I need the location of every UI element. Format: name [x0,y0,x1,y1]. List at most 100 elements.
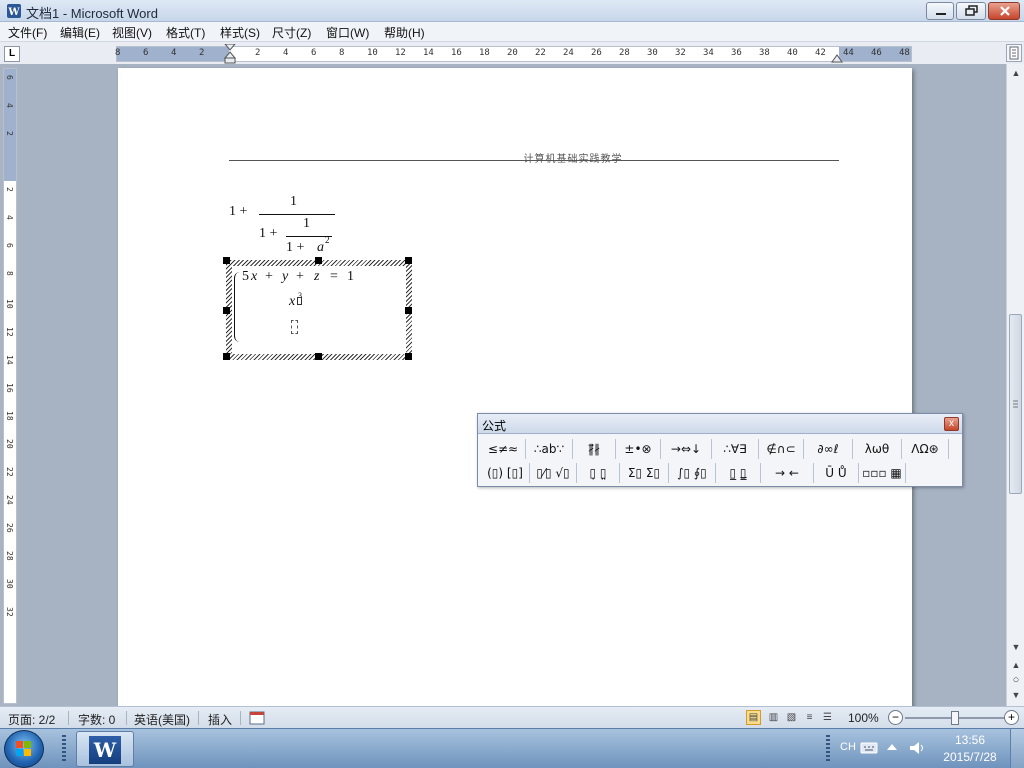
ruler-tick-label: 24 [563,48,574,58]
vruler-tick-label: 2 [5,187,14,192]
minimize-button[interactable] [926,2,954,20]
window-title: 文档1 - Microsoft Word [26,6,158,21]
view-ruler-icon[interactable] [1006,44,1022,62]
ruler-tick-label: 16 [451,48,462,58]
document-page[interactable]: 计算机基础实践教学 1 + 1 1 + 1 1 + a 2 5 x + y + … [118,68,912,708]
eq-symbol-button-1[interactable]: ∴ab∵ [527,438,571,460]
menu-format[interactable]: 格式(T) [164,24,207,41]
status-word-count[interactable]: 字数: 0 [78,711,115,728]
vruler-tick-label: 18 [5,411,14,421]
equation-editing-area[interactable]: 5 x + y + z = 1 x 3 [232,266,406,354]
indent-marker-icon[interactable] [224,44,236,64]
web-layout-view-icon[interactable]: ▧ [784,710,799,725]
taskbar-grip [62,735,66,763]
volume-icon[interactable] [908,740,926,756]
resize-handle[interactable] [315,353,322,360]
vertical-scrollbar[interactable]: ▲ ▼ ▲ ○ ▼ [1006,64,1024,706]
eq-symbol-button-9[interactable]: ΛΩ⊛ [903,438,947,460]
input-language[interactable]: CH [840,741,856,753]
horizontal-ruler[interactable]: 8 6 4 2 2 4 6 8 10 12 14 16 18 20 22 24 26 28 30 32 34 36 38 40… [115,44,912,64]
word-app-icon[interactable]: W [6,3,22,19]
eq-symbol-button-0[interactable]: ≤≠≈ [482,438,524,460]
status-insert-mode[interactable]: 插入 [208,711,232,728]
eq-template-button-1[interactable]: ▯⁄▯ √▯ [531,462,575,484]
resize-handle[interactable] [315,257,322,264]
prev-page-icon[interactable]: ▲ [1010,660,1022,670]
zoom-percent[interactable]: 100% [848,711,879,725]
resize-handle[interactable] [405,307,412,314]
scroll-up-icon[interactable]: ▲ [1010,68,1022,78]
eq-symbol-button-3[interactable]: ±•⊗ [617,438,659,460]
vruler-tick-label: 12 [5,327,14,337]
taskbar-word-button[interactable]: W [76,731,134,767]
eq-template-button-0[interactable]: (▯) [▯] [482,462,528,484]
menu-size[interactable]: 尺寸(Z) [270,24,313,41]
show-desktop-button[interactable] [1010,729,1024,768]
equation-object-selected[interactable]: 5 x + y + z = 1 x 3 [226,260,412,360]
resize-handle[interactable] [223,257,230,264]
start-button[interactable] [4,730,44,768]
zoom-in-icon[interactable]: + [1004,710,1019,725]
eq-template-button-5[interactable]: ▯̲ ▯̳ [717,462,759,484]
right-indent-marker-icon[interactable] [831,54,843,63]
select-browse-object-icon[interactable]: ○ [1010,674,1022,686]
status-page[interactable]: 页面: 2/2 [8,711,55,728]
eq-symbol-button-8[interactable]: λωθ [854,438,900,460]
eq-symbol-button-6[interactable]: ∉∩⊂ [760,438,802,460]
empty-slot[interactable] [291,320,298,334]
exponent-slot[interactable] [297,297,302,305]
ruler-tick-label: 20 [507,48,518,58]
eq-template-button-2[interactable]: ▯̣ ▯̤ [578,462,618,484]
outline-view-icon[interactable]: ≡ [802,710,817,725]
eq-template-button-6[interactable]: → ← [762,462,812,484]
menu-file[interactable]: 文件(F) [6,24,49,41]
menu-help[interactable]: 帮助(H) [382,24,427,41]
macro-record-icon[interactable] [249,711,265,725]
scrollbar-thumb[interactable] [1009,314,1022,494]
next-page-icon[interactable]: ▼ [1010,690,1022,700]
equation-toolbar-close-icon[interactable]: x [944,417,959,431]
formula1-den-num: 1 [303,216,310,231]
eq-symbol-button-7[interactable]: ∂∞ℓ [805,438,851,460]
eq-line1-y: y [282,269,289,284]
keyboard-icon[interactable] [860,741,878,755]
resize-handle[interactable] [405,257,412,264]
eq-symbol-button-4[interactable]: →⇔↓ [662,438,710,460]
ruler-tick-label: 34 [703,48,714,58]
eq-template-button-3[interactable]: Σ▯ Σ▯ [621,462,667,484]
ruler-tick-label: 38 [759,48,770,58]
print-layout-view-icon[interactable]: ▤ [746,710,761,725]
vruler-tick-label: 28 [5,551,14,561]
eq-template-button-4[interactable]: ∫▯ ∮▯ [670,462,714,484]
ruler-tick-label: 4 [283,48,289,58]
equation-toolbar-titlebar[interactable]: 公式 x [478,414,962,434]
scroll-down-icon[interactable]: ▼ [1010,642,1022,652]
draft-view-icon[interactable]: ☰ [820,710,835,725]
zoom-out-icon[interactable]: − [888,710,903,725]
clock-time[interactable]: 13:56 [940,733,1000,747]
eq-symbol-button-5[interactable]: ∴∀∃ [713,438,757,460]
show-hidden-icons-icon[interactable] [886,742,898,752]
vruler-tick-label: 16 [5,383,14,393]
menu-view[interactable]: 视图(V) [110,24,154,41]
eq-symbol-button-2[interactable]: ∦⃗∦ [574,438,614,460]
menu-edit[interactable]: 编辑(E) [58,24,102,41]
resize-handle[interactable] [405,353,412,360]
clock-date[interactable]: 2015/7/28 [936,750,1004,764]
eq-template-button-8[interactable]: ▫▫▫ ▦ [860,462,904,484]
resize-handle[interactable] [223,307,230,314]
eq-line1-plus: + [296,269,304,284]
vertical-ruler[interactable]: 6 4 2 2 4 6 8 10 12 14 16 18 20 22 24 26 28 30 32 [3,68,17,704]
eq-template-button-7[interactable]: Ū Ů [815,462,857,484]
vruler-tick-label: 20 [5,439,14,449]
status-language[interactable]: 英语(美国) [134,711,190,728]
restore-button[interactable] [956,2,986,20]
tab-selector[interactable]: L [4,46,20,62]
toolbar-separator [852,439,853,459]
close-button[interactable] [988,2,1020,20]
menu-window[interactable]: 窗口(W) [324,24,371,41]
resize-handle[interactable] [223,353,230,360]
zoom-slider-thumb[interactable] [951,711,959,725]
reading-view-icon[interactable]: ▥ [766,710,781,725]
menu-style[interactable]: 样式(S) [218,24,262,41]
